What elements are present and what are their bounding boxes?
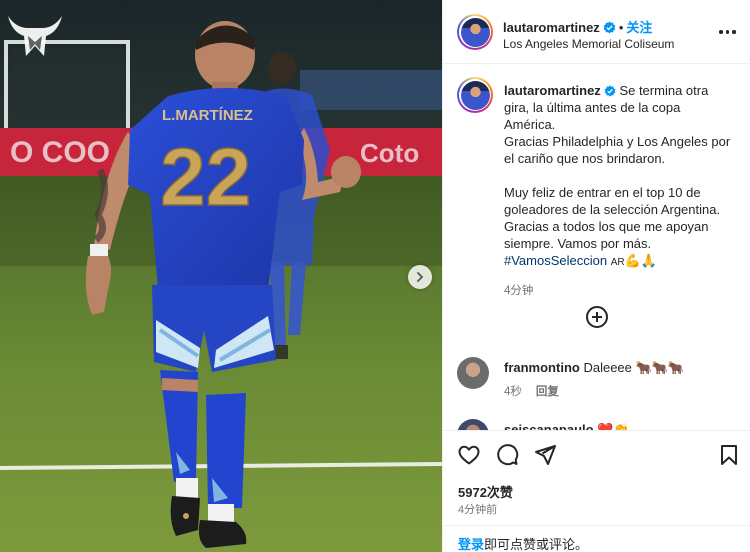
caption-avatar[interactable] — [457, 77, 493, 113]
chevron-right-icon — [417, 272, 424, 282]
post-photo: O COO Coto L.MARTÍNEZ 22 — [0, 0, 442, 552]
jersey-name: L.MARTÍNEZ — [162, 107, 253, 124]
comment-item: franmontino Daleeee 🐂🐂🐂 4秒 回复 — [457, 355, 739, 405]
commenter-avatar[interactable] — [457, 419, 489, 430]
caption-username[interactable]: lautaromartinez — [504, 83, 601, 98]
verified-badge-icon — [604, 85, 616, 97]
comment-meta: 4秒 回复 — [504, 383, 559, 399]
caption-text: lautaromartinez Se termina otra gira, la… — [504, 82, 734, 271]
more-options-button[interactable] — [719, 24, 737, 40]
plus-circle-icon[interactable] — [585, 305, 609, 329]
author-avatar[interactable] — [457, 14, 493, 50]
likes-count[interactable]: 5972次赞 — [458, 482, 513, 501]
separator-dot: • — [618, 20, 624, 35]
reply-button[interactable]: 回复 — [536, 386, 559, 398]
author-username[interactable]: lautaromartinez — [503, 20, 600, 35]
flag-text: AR — [610, 257, 625, 268]
commenter-username[interactable]: seiscanapaulo — [504, 422, 594, 430]
jersey-number: 22 — [160, 132, 251, 223]
heart-icon[interactable] — [457, 443, 481, 467]
photo-scene: O COO Coto L.MARTÍNEZ 22 — [0, 0, 442, 552]
bull-logo-icon — [8, 16, 62, 56]
caption-body: Se termina otra gira, la última antes de… — [504, 83, 731, 251]
comment-icon[interactable] — [495, 443, 519, 467]
comment-emojis: 🐂🐂🐂 — [635, 360, 685, 375]
comment-item: seiscanapaulo ❤️👏 — [457, 417, 739, 430]
author-line: lautaromartinez • 关注 — [503, 17, 652, 36]
comment-time: 4秒 — [504, 386, 522, 398]
post-timestamp: 4分钟前 — [458, 504, 498, 516]
caption-time: 4分钟 — [504, 285, 534, 297]
comment-text: Daleeee — [583, 360, 632, 375]
svg-text:O COO: O COO — [10, 136, 110, 169]
verified-badge-icon — [603, 21, 616, 34]
next-photo-button[interactable] — [408, 265, 432, 289]
commenter-avatar[interactable] — [457, 357, 489, 389]
post-header: lautaromartinez • 关注 Los Angeles Memorial … — [443, 0, 750, 64]
comment-text-line: franmontino Daleeee 🐂🐂🐂 — [504, 360, 684, 376]
comment-emojis: ❤️👏 — [597, 422, 630, 430]
commenter-username[interactable]: franmontino — [504, 360, 580, 375]
hashtag-link[interactable]: #VamosSeleccion — [504, 253, 607, 268]
send-icon[interactable] — [533, 443, 557, 467]
post-location[interactable]: Los Angeles Memorial Coliseum — [503, 37, 674, 51]
follow-button[interactable]: 关注 — [626, 20, 652, 35]
caption-emojis: 💪🙏 — [624, 253, 657, 268]
svg-text:Coto: Coto — [360, 138, 419, 168]
login-prompt-text: 即可点赞或评论。 — [484, 537, 589, 552]
login-prompt: 登录即可点赞或评论。 — [443, 525, 750, 552]
comments-list[interactable]: lautaromartinez Se termina otra gira, la… — [443, 65, 750, 430]
more-horizontal-icon — [719, 30, 723, 34]
bookmark-icon[interactable] — [717, 443, 741, 467]
login-link[interactable]: 登录 — [458, 537, 484, 552]
post-side-panel: lautaromartinez • 关注 Los Angeles Memorial … — [442, 0, 750, 552]
comment-text-line: seiscanapaulo ❤️👏 — [504, 422, 630, 430]
post-actions: 5972次赞 4分钟前 登录即可点赞或评论。 — [443, 430, 750, 552]
